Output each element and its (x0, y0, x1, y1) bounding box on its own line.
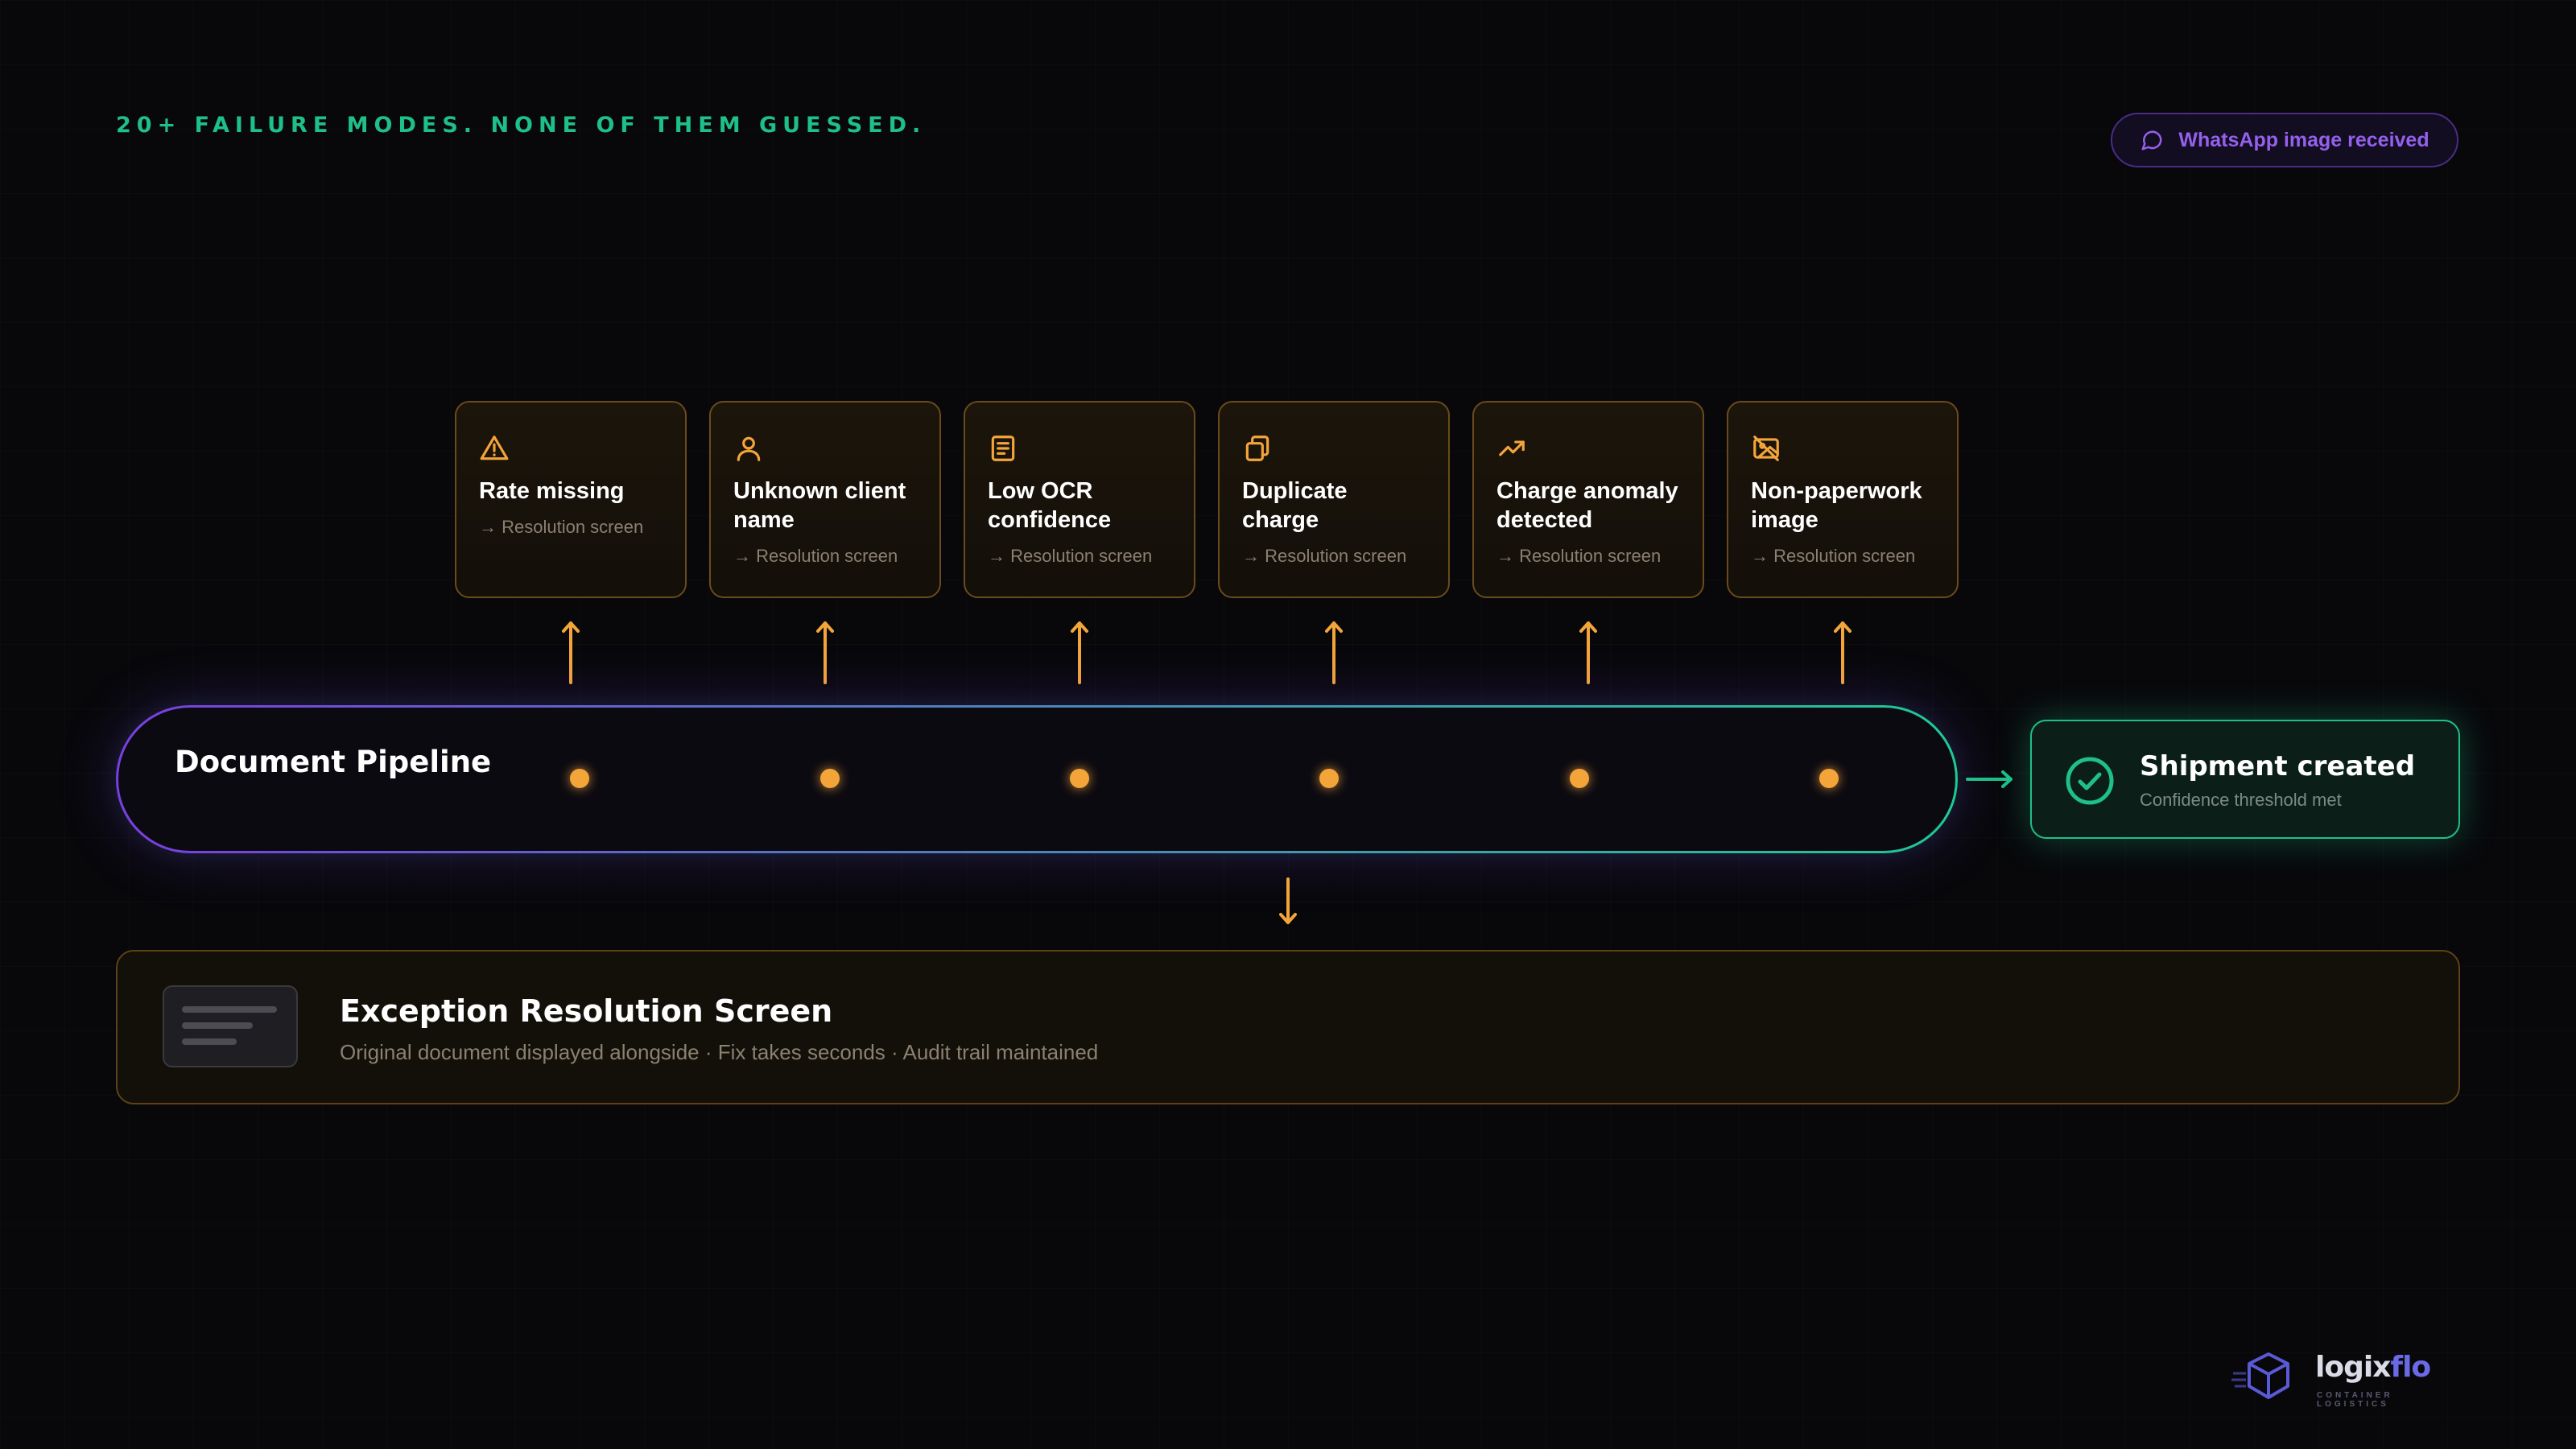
exception-resolution-box: Exception Resolution Screen Original doc… (116, 950, 2460, 1104)
pipeline-title: Document Pipeline (175, 745, 492, 779)
failure-card-title: Low OCR confidence (988, 478, 1112, 533)
arrow-up-icon (816, 621, 834, 684)
arrow-up-icon (1579, 621, 1597, 684)
pipeline-checkpoint-dot (1319, 769, 1339, 788)
brand-name-part1: logix (2315, 1351, 2391, 1384)
shipment-title: Shipment created (2140, 750, 2416, 782)
failure-card-subtitle: → Resolution screen (1242, 546, 1407, 566)
check-circle-icon (2066, 757, 2114, 805)
brand-logo: logixflo CONTAINER LOGISTICS (2230, 1349, 2455, 1409)
doc-thumbnail-line (182, 1022, 253, 1029)
failure-card-subtitle: → Resolution screen (988, 546, 1153, 566)
failure-card-title: Non-paperwork image (1751, 478, 1922, 533)
pipeline-checkpoint-dot (1819, 769, 1839, 788)
pipeline-checkpoint-dot (820, 769, 840, 788)
document-icon (991, 436, 1015, 461)
pipeline-checkpoint-dot (1070, 769, 1089, 788)
pipeline-checkpoint-dot (1570, 769, 1589, 788)
warning-triangle-icon (480, 436, 509, 460)
brand-name-part2: flo (2390, 1351, 2431, 1384)
slide-eyebrow-title: 20+ FAILURE MODES. NONE OF THEM GUESSED. (116, 113, 927, 138)
shipment-subtitle: Confidence threshold met (2140, 790, 2342, 810)
failure-card-subtitle: → Resolution screen (479, 517, 644, 537)
arrow-up-icon (1834, 621, 1852, 684)
shipment-created-box: Shipment created Confidence threshold me… (2030, 720, 2460, 839)
brand-tagline: CONTAINER LOGISTICS (2317, 1391, 2393, 1409)
document-pipeline: Document Pipeline (116, 705, 1958, 853)
doc-thumbnail-line (182, 1038, 237, 1045)
failure-card-unknown-client: Unknown client name → Resolution screen (709, 401, 941, 598)
arrow-down-icon (1279, 877, 1297, 924)
failure-card-non-paperwork: Non-paperwork image → Resolution screen (1727, 401, 1959, 598)
user-icon (737, 436, 761, 461)
failure-card-title: Charge anomaly detected (1496, 478, 1678, 533)
exception-subtitle: Original document displayed alongside · … (340, 1040, 1099, 1064)
document-thumbnail-icon (163, 985, 298, 1067)
doc-thumbnail-line (182, 1006, 277, 1013)
failure-card-duplicate-charge: Duplicate charge → Resolution screen (1218, 401, 1450, 598)
failure-card-rate-missing: Rate missing → Resolution screen (455, 401, 687, 598)
brand-name: logixflo (2315, 1351, 2431, 1384)
failure-card-subtitle: → Resolution screen (733, 546, 898, 566)
failure-card-low-ocr: Low OCR confidence → Resolution screen (964, 401, 1195, 598)
failure-card-title: Duplicate charge (1242, 478, 1348, 533)
arrow-up-icon (1071, 621, 1088, 684)
copy-icon (1245, 436, 1269, 461)
failure-card-subtitle: → Resolution screen (1496, 546, 1662, 566)
arrow-right-icon (1966, 770, 2013, 788)
whatsapp-received-badge: WhatsApp image received (2111, 113, 2458, 167)
failure-card-charge-anomaly: Charge anomaly detected → Resolution scr… (1472, 401, 1704, 598)
pipeline-checkpoint-dot (570, 769, 589, 788)
failure-card-subtitle: → Resolution screen (1751, 546, 1916, 566)
failure-card-title: Rate missing (479, 478, 625, 504)
chat-bubble-icon (2141, 130, 2162, 151)
image-off-icon (1753, 436, 1779, 461)
whatsapp-received-label: WhatsApp image received (2178, 128, 2429, 151)
exception-title: Exception Resolution Screen (340, 993, 833, 1029)
arrow-up-icon (1325, 621, 1343, 684)
failure-card-title: Unknown client name (733, 478, 906, 533)
cube-logo-icon (2231, 1352, 2289, 1399)
arrow-up-icon (562, 621, 580, 684)
trending-up-icon (1499, 440, 1525, 456)
